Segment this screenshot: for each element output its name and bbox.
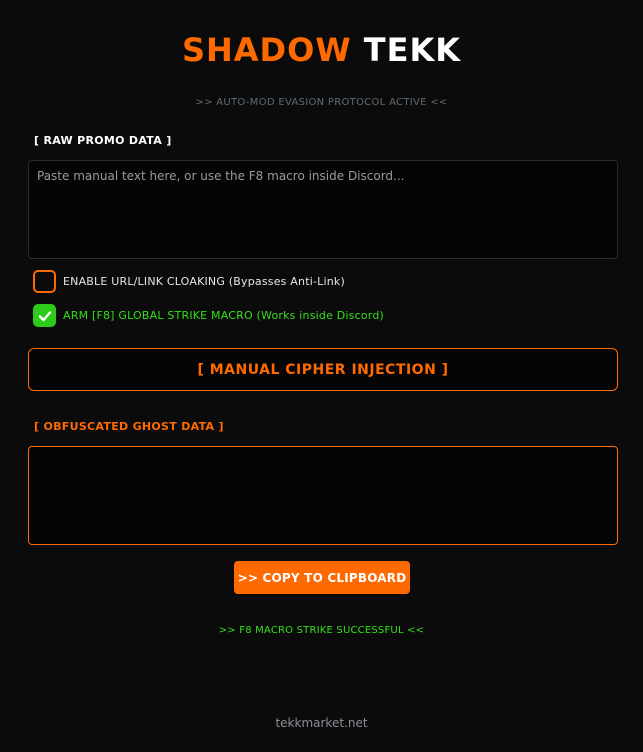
- status-message: >> F8 MACRO STRIKE SUCCESSFUL <<: [218, 625, 425, 636]
- checkmark-icon: [38, 310, 51, 321]
- title-shadow: SHADOW: [181, 31, 352, 69]
- raw-promo-input[interactable]: [28, 160, 618, 259]
- raw-promo-label: [ RAW PROMO DATA ]: [34, 134, 172, 147]
- app-page: SHADOW TEKK >> AUTO-MOD EVASION PROTOCOL…: [0, 0, 643, 752]
- copy-to-clipboard-button[interactable]: >> COPY TO CLIPBOARD: [234, 561, 410, 594]
- macro-checkbox[interactable]: [33, 304, 56, 327]
- title-tekk: TEKK: [363, 31, 462, 69]
- macro-option[interactable]: ARM [F8] GLOBAL STRIKE MACRO (Works insi…: [33, 304, 384, 327]
- app-title: SHADOW TEKK: [0, 30, 643, 70]
- cloaking-label: ENABLE URL/LINK CLOAKING (Bypasses Anti-…: [63, 275, 345, 288]
- cloaking-option[interactable]: ENABLE URL/LINK CLOAKING (Bypasses Anti-…: [33, 270, 345, 293]
- ghost-data-label: [ OBFUSCATED GHOST DATA ]: [34, 420, 224, 433]
- protocol-subtitle: >> AUTO-MOD EVASION PROTOCOL ACTIVE <<: [195, 97, 448, 108]
- footer-link[interactable]: tekkmarket.net: [0, 716, 643, 730]
- macro-label: ARM [F8] GLOBAL STRIKE MACRO (Works insi…: [63, 309, 384, 322]
- manual-cipher-injection-button[interactable]: [ MANUAL CIPHER INJECTION ]: [28, 348, 618, 391]
- ghost-data-output[interactable]: [28, 446, 618, 545]
- cloaking-checkbox[interactable]: [33, 270, 56, 293]
